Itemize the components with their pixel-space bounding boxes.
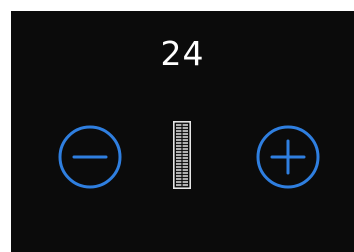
setting-value: 24: [160, 34, 205, 73]
plus-circle-icon: [256, 125, 320, 189]
minus-circle-icon: [58, 125, 122, 189]
stitch-setting-panel: 24: [11, 11, 354, 252]
decrease-button[interactable]: [57, 124, 123, 190]
increase-button[interactable]: [255, 124, 321, 190]
buttonhole-stitch-icon: [173, 121, 191, 189]
